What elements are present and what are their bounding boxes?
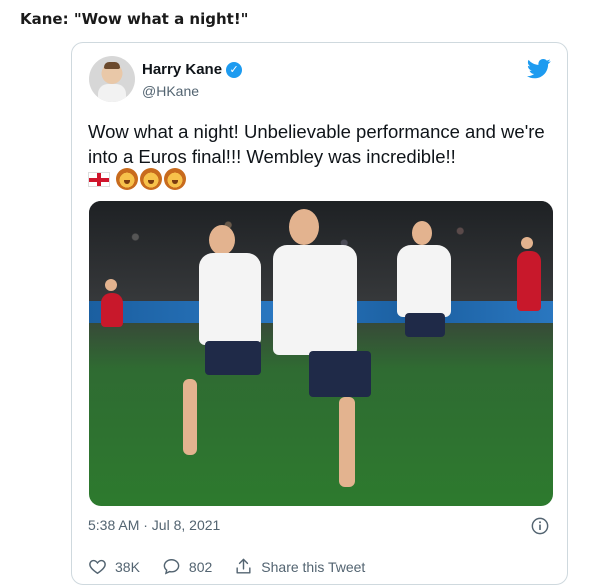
reply-bubble-icon xyxy=(163,559,180,575)
like-count: 38K xyxy=(115,558,140,575)
tweet-timestamp[interactable]: 5:38 AM · Jul 8, 2021 xyxy=(88,517,220,533)
share-button[interactable]: Share this Tweet xyxy=(234,557,365,576)
author-handle[interactable]: @HKane xyxy=(142,83,199,99)
tweet-actions-bar: 38K 802 Share this Tweet xyxy=(88,557,387,576)
embedded-tweet-card[interactable]: Harry Kane ✓ @HKane Wow what a night! Un… xyxy=(71,42,568,585)
reply-button[interactable]: 802 xyxy=(162,557,212,576)
lion-face-icon xyxy=(140,168,162,190)
info-icon[interactable] xyxy=(531,517,549,535)
like-button[interactable]: 38K xyxy=(88,557,140,576)
emoji-row xyxy=(88,168,186,190)
avatar[interactable] xyxy=(89,56,135,102)
tweet-text: Wow what a night! Unbelievable performan… xyxy=(88,121,545,167)
england-flag-icon xyxy=(88,172,110,187)
reply-count: 802 xyxy=(188,558,213,575)
lion-face-icon xyxy=(116,168,138,190)
lion-face-icon xyxy=(164,168,186,190)
author-name[interactable]: Harry Kane xyxy=(142,61,222,78)
share-icon xyxy=(236,558,251,574)
share-label: Share this Tweet xyxy=(261,558,366,575)
verified-badge-icon: ✓ xyxy=(226,61,243,78)
heart-icon xyxy=(89,559,106,575)
twitter-bird-icon[interactable] xyxy=(527,59,551,79)
article-headline: Kane: "Wow what a night!" xyxy=(20,10,249,28)
tweet-photo[interactable] xyxy=(89,201,553,506)
